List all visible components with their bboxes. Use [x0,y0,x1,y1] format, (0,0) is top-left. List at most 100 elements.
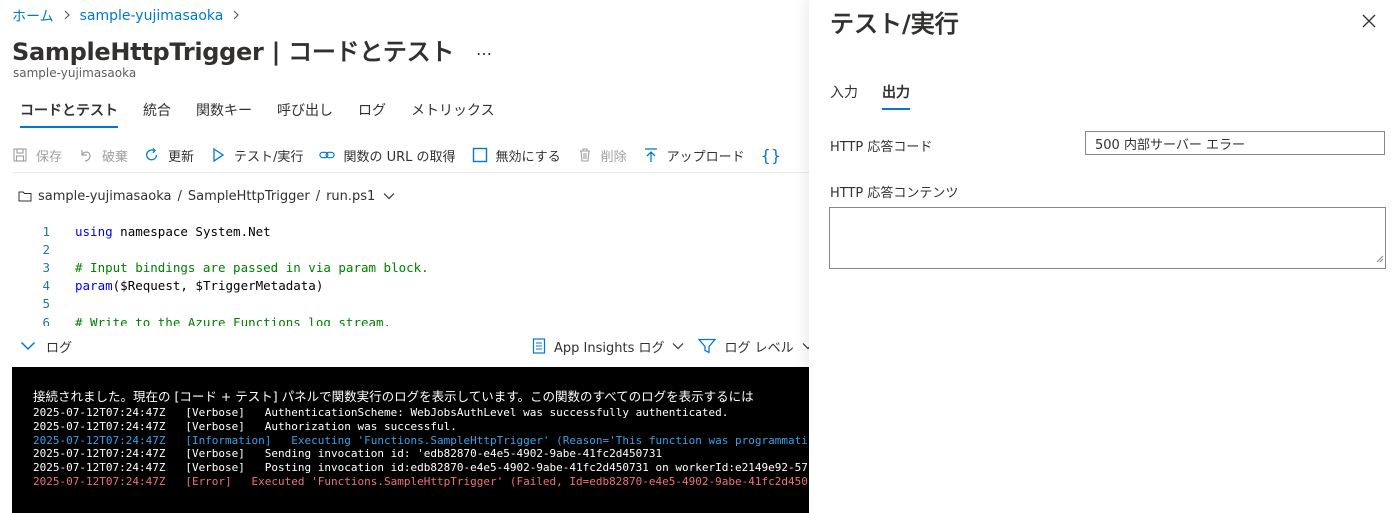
code-line: 4 param ($Request, $TriggerMetadata) [12,277,809,295]
upload-button[interactable]: アップロード [643,146,745,165]
log-panel-header: ログ App Insights ログ ログ レベル [12,333,809,359]
code-text: namespace System.Net [112,223,271,239]
trash-icon [577,147,593,163]
undo-icon [78,147,94,163]
function-tabs: コードとテスト 統合 関数キー 呼び出し ログ メトリックス [12,92,512,128]
response-content-field[interactable] [829,207,1386,269]
line-number: 1 [42,223,50,239]
chevron-down-icon [802,342,809,350]
file-selector[interactable]: run.ps1 [326,189,375,204]
panel-title: テスト/実行 [830,10,959,38]
log-level-label: ログ レベル [724,340,794,356]
refresh-label: 更新 [168,149,195,165]
log-toggle-button[interactable]: ログ [20,337,72,356]
line-number: 6 [42,314,50,326]
page-subtitle: sample-yujimasaoka [13,66,137,80]
tab-logs[interactable]: ログ [350,92,394,128]
disable-label: 無効にする [495,149,561,165]
response-code-field[interactable]: 500 内部サーバー エラー [1085,131,1385,155]
upload-label: アップロード [666,149,745,165]
app-insights-logs-label: App Insights ログ [554,340,665,356]
chevron-right-icon [63,10,71,23]
page-title: SampleHttpTrigger | コードとテスト [12,37,455,66]
log-label: ログ [46,340,73,356]
braces-icon: {} [760,145,782,165]
log-options: App Insights ログ ログ レベル [532,337,809,356]
response-code-label: HTTP 応答コード [830,140,933,155]
chevron-down-icon[interactable] [383,192,395,200]
checkbox-icon [472,147,488,163]
file-path-breadcrumb: sample-yujimasaoka / SampleHttpTrigger /… [18,186,395,206]
code-keyword: param [75,278,113,294]
tab-code-test[interactable]: コードとテスト [12,92,126,128]
get-function-url-label: 関数の URL の取得 [343,149,456,165]
line-number: 4 [42,278,50,294]
code-comment: # Write to the Azure Functions log strea… [75,314,392,326]
get-function-url-button[interactable]: 関数の URL の取得 [319,146,456,165]
line-number: 2 [42,241,50,257]
tab-input[interactable]: 入力 [830,78,858,110]
toolbar-divider [12,172,809,173]
function-editor-blade: ホーム sample-yujimasaoka SampleHttpTrigger… [0,0,809,513]
log-entry: 2025-07-12T07:24:47Z [Verbose] Posting i… [33,461,808,475]
log-entry: 2025-07-12T07:24:47Z [Verbose] Sending i… [33,447,663,461]
tab-integration[interactable]: 統合 [135,92,179,128]
chevron-down-icon [672,342,684,350]
breadcrumb: ホーム sample-yujimasaoka [12,6,249,26]
disable-button[interactable]: 無効にする [472,146,561,165]
upload-icon [643,147,659,163]
delete-label: 削除 [600,149,627,165]
code-keyword: using [75,223,113,239]
log-entry: 2025-07-12T07:24:47Z [Information] Execu… [33,433,808,447]
tab-invocations[interactable]: 呼び出し [269,92,341,128]
document-list-icon [532,338,546,354]
save-label: 保存 [36,149,63,165]
code-line: 5 [12,295,809,313]
panel-tabs: 入力 出力 [830,78,934,110]
play-icon [210,147,226,163]
chevron-down-icon [20,341,36,351]
close-icon[interactable] [1361,13,1377,29]
test-run-button[interactable]: テスト/実行 [210,146,303,165]
log-entry: 2025-07-12T07:24:47Z [Verbose] Authentic… [33,406,729,419]
log-connected-banner: 接続されました。現在の [コード + テスト] パネルで関数実行のログを表示して… [33,389,754,404]
code-editor[interactable]: 1 using namespace System.Net 2 3 # Input bin… [12,222,809,326]
tab-output[interactable]: 出力 [882,78,910,110]
tab-function-keys[interactable]: 関数キー [188,92,260,128]
more-options-icon[interactable]: … [476,40,493,59]
resize-handle-icon[interactable] [1376,248,1384,267]
folder-icon [18,190,32,202]
code-line: 2 [12,240,809,258]
code-line: 6 # Write to the Azure Functions log stre… [12,313,809,326]
test-run-label: テスト/実行 [234,149,304,165]
filepath-separator: / [177,188,182,204]
test-run-panel: テスト/実行 入力 出力 HTTP 応答コード 500 内部サーバー エラー H… [809,0,1400,513]
app-insights-logs-dropdown[interactable]: App Insights ログ [532,337,684,356]
breadcrumb-home-link[interactable]: ホーム [12,6,54,26]
code-line: 3 # Input bindings are passed in via para… [12,258,809,276]
command-bar: 保存 破棄 更新 テスト/実行 関数の URL の取得 無効にする 削除 アップ… [12,139,797,171]
chevron-right-icon [232,10,240,23]
breadcrumb-app-link[interactable]: sample-yujimasaoka [80,8,224,24]
code-text: ($Request, $TriggerMetadata) [112,278,324,294]
code-line: 1 using namespace System.Net [12,222,809,240]
tab-metrics[interactable]: メトリックス [403,92,503,128]
log-entry: 2025-07-12T07:24:47Z [Error] Executed 'F… [33,474,808,488]
filepath-function: SampleHttpTrigger [187,188,310,204]
json-view-button[interactable]: {} [761,146,781,165]
save-button[interactable]: 保存 [12,146,62,165]
filter-icon [698,338,717,354]
code-comment: # Input bindings are passed in via param… [75,259,429,275]
discard-label: 破棄 [102,149,129,165]
delete-button[interactable]: 削除 [577,146,627,165]
filepath-separator: / [315,188,321,204]
filepath-app: sample-yujimasaoka [38,188,172,204]
refresh-icon [144,147,160,163]
page-header: SampleHttpTrigger | コードとテスト … [12,32,493,66]
discard-button[interactable]: 破棄 [78,146,128,165]
log-console[interactable]: 接続されました。現在の [コード + テスト] パネルで関数実行のログを表示して… [12,367,809,513]
refresh-button[interactable]: 更新 [144,146,194,165]
log-level-dropdown[interactable]: ログ レベル [698,337,809,356]
line-number: 3 [42,259,50,275]
link-icon [319,147,336,163]
